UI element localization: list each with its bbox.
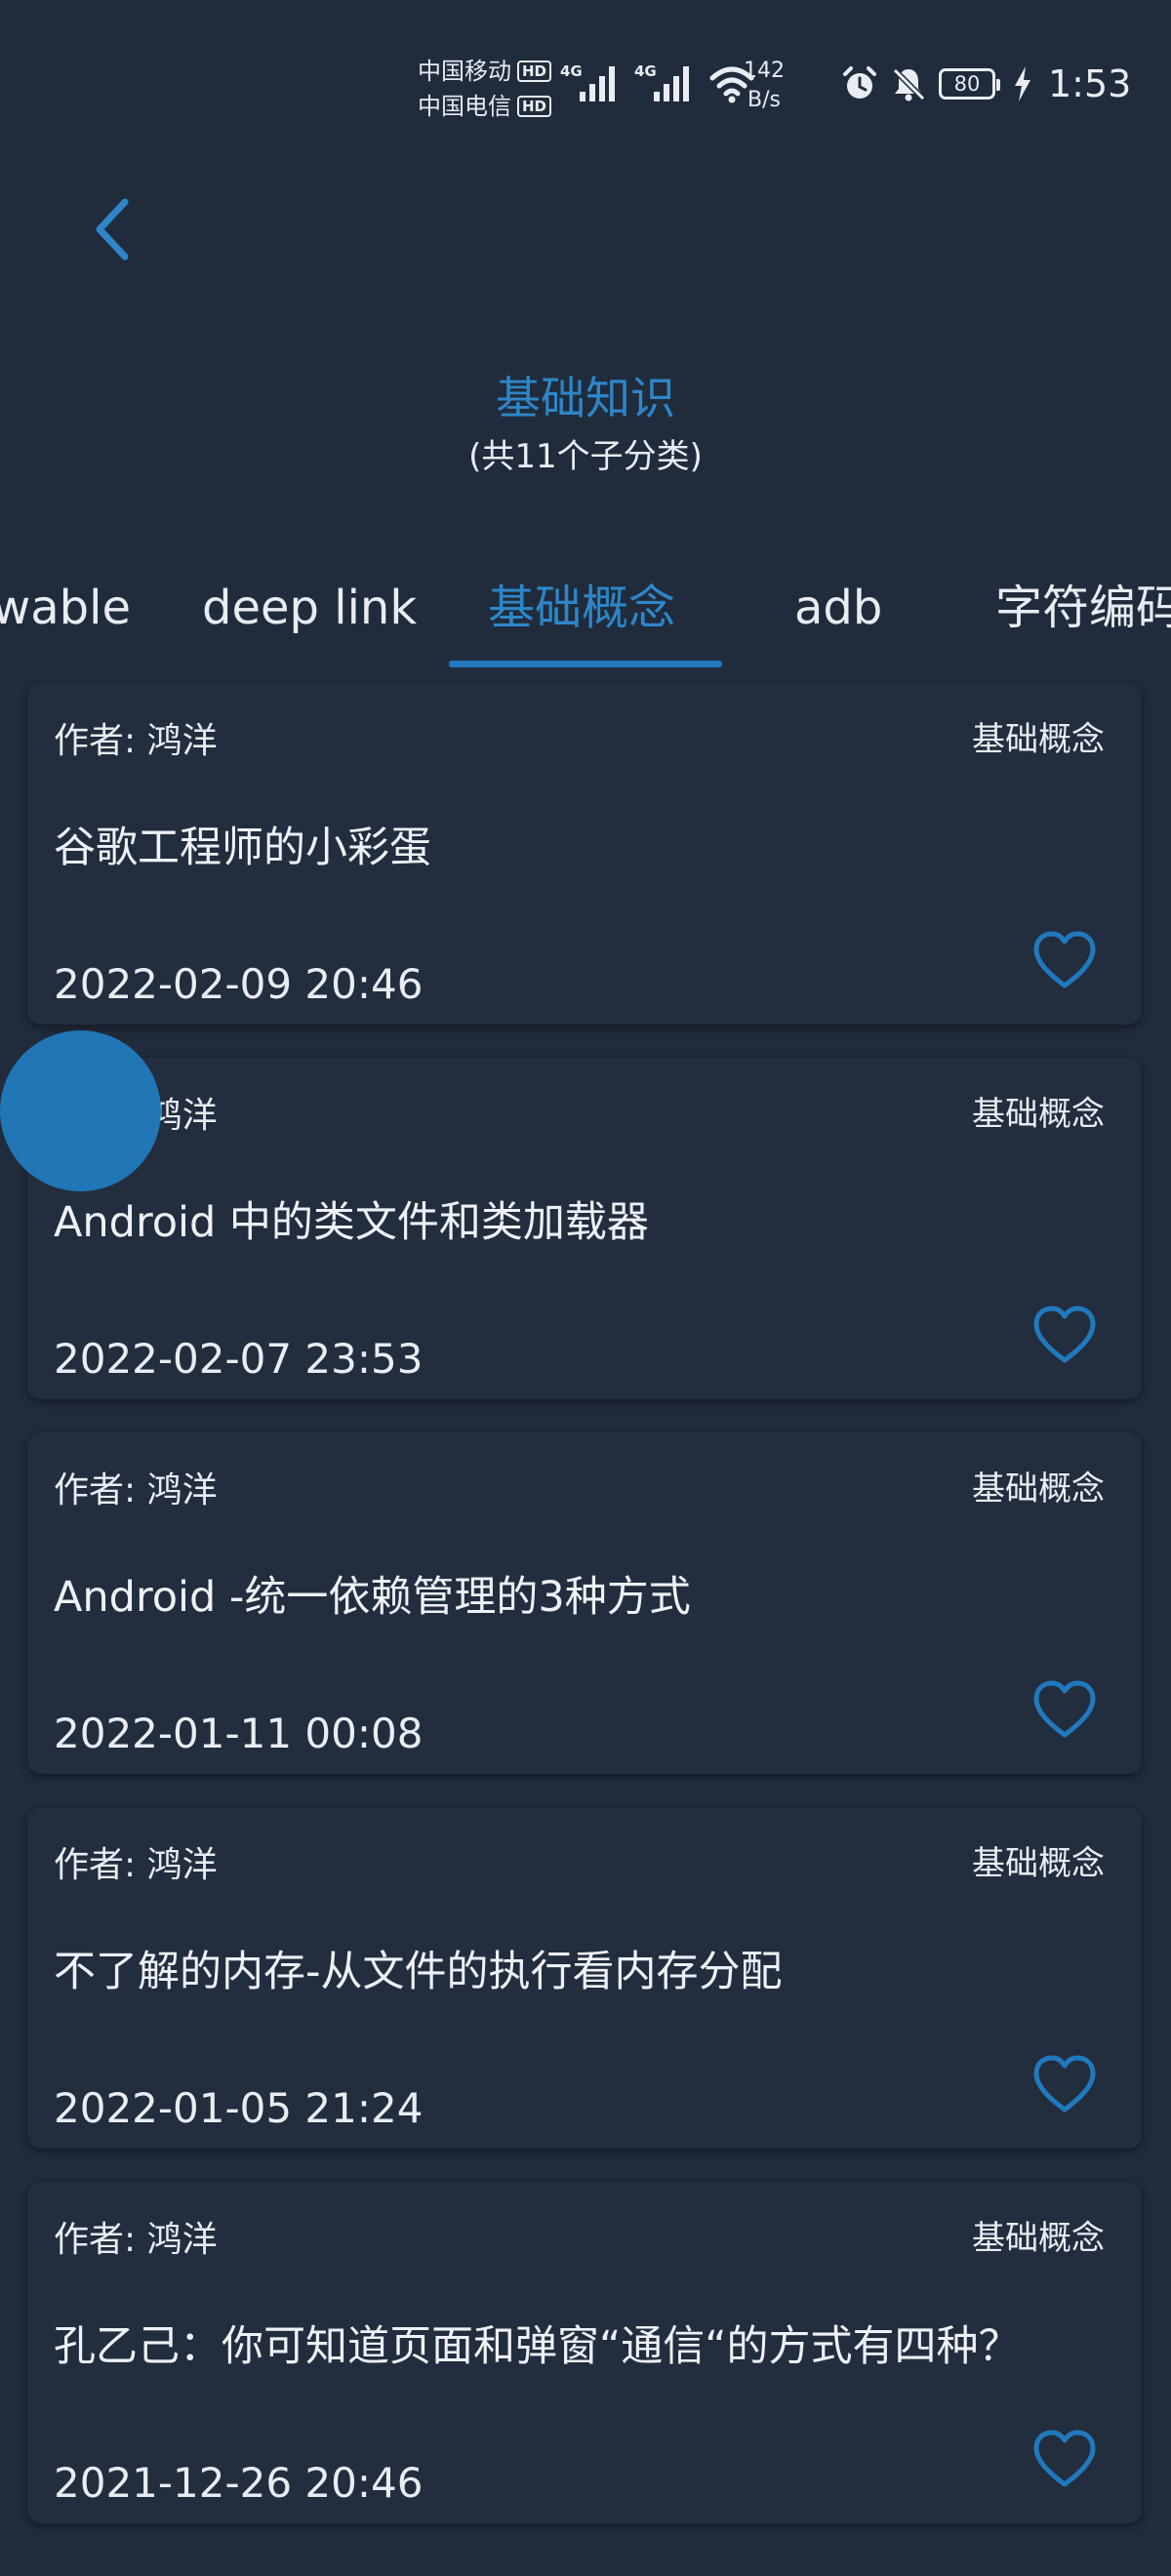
favorite-button[interactable] (1030, 1678, 1099, 1741)
article-category[interactable]: 基础概念 (972, 1836, 1105, 1884)
article-category[interactable]: 基础概念 (972, 2211, 1105, 2259)
article-title[interactable]: 不了解的内存-从文件的执行看内存分配 (54, 1938, 783, 1998)
category-tabs: wable deep link 基础概念 adb 字符编码 (0, 546, 1171, 673)
article-author: 作者: 鸿洋 (54, 2220, 218, 2260)
favorite-button[interactable] (1030, 2428, 1099, 2490)
article-date: 2022-02-09 20:46 (54, 960, 424, 1008)
article-category[interactable]: 基础概念 (972, 1087, 1105, 1135)
tab-character-encoding[interactable]: 字符编码 (995, 566, 1171, 650)
article-author: 作者: 鸿洋 (54, 721, 218, 761)
signal-indicators: 4G 4G (560, 60, 755, 103)
page-subtitle: (共11个子分类) (468, 437, 703, 476)
tab-basic-concepts[interactable]: 基础概念 (488, 566, 675, 650)
article-title[interactable]: Android -统一依赖管理的3种方式 (54, 1563, 691, 1624)
article-title[interactable]: Android 中的类文件和类加载器 (54, 1188, 649, 1249)
favorite-button[interactable] (1030, 929, 1099, 991)
article-title[interactable]: 孔乙己：你可知道页面和弹窗“通信“的方式有四种？ (54, 2313, 1021, 2373)
favorite-button[interactable] (1030, 2053, 1099, 2115)
article-card[interactable]: 作者: 鸿洋 基础概念 不了解的内存-从文件的执行看内存分配 2022-01-0… (27, 1807, 1142, 2149)
heart-icon (1033, 1306, 1096, 1363)
heart-icon (1033, 1680, 1096, 1738)
article-card[interactable]: 作者: 鸿洋 基础概念 Android -统一依赖管理的3种方式 2022-01… (27, 1432, 1142, 1774)
article-card[interactable]: 作者: 鸿洋 基础概念 Android 中的类文件和类加载器 2022-02-0… (27, 1058, 1142, 1399)
article-date: 2022-01-11 00:08 (54, 1710, 424, 1757)
alarm-icon (843, 66, 876, 99)
net-speed-unit: B/s (747, 88, 781, 112)
net-speed: 142 B/s (744, 57, 785, 115)
charging-icon (1015, 66, 1030, 101)
back-button[interactable] (86, 190, 144, 268)
tab-indicator (449, 661, 722, 667)
carrier-2-label: 中国电信 (418, 93, 511, 120)
status-right: 80 1:53 (841, 62, 1131, 105)
article-date: 2022-02-07 23:53 (54, 1335, 424, 1383)
heart-icon (1033, 2055, 1096, 2113)
article-category[interactable]: 基础概念 (972, 712, 1105, 760)
floating-button[interactable] (0, 1030, 161, 1191)
mute-bell-icon (892, 67, 926, 101)
tab-adb[interactable]: adb (794, 566, 882, 650)
svg-text:4G: 4G (560, 62, 583, 80)
carrier-1-label: 中国移动 (418, 58, 511, 85)
heart-icon (1033, 2430, 1096, 2487)
article-title[interactable]: 谷歌工程师的小彩蛋 (54, 814, 431, 874)
status-bar: 中国移动 HD 中国电信 HD 4G 4G 142 B/s 80 1:53 (0, 0, 1171, 166)
battery-icon: 80 (939, 68, 1000, 100)
article-card[interactable]: 作者: 鸿洋 基础概念 谷歌工程师的小彩蛋 2022-02-09 20:46 (27, 683, 1142, 1025)
tab-wable[interactable]: wable (0, 566, 131, 650)
svg-text:4G: 4G (634, 62, 657, 80)
chevron-left-icon (96, 198, 129, 261)
article-author: 作者: 鸿洋 (54, 1470, 218, 1510)
article-date: 2022-01-05 21:24 (54, 2084, 424, 2132)
clock: 1:53 (1048, 62, 1132, 105)
article-author: 作者: 鸿洋 (54, 1845, 218, 1885)
tab-deep-link[interactable]: deep link (202, 566, 417, 650)
hd-badge: HD (517, 60, 552, 82)
article-date: 2021-12-26 20:46 (54, 2459, 424, 2507)
favorite-button[interactable] (1030, 1304, 1099, 1366)
signal-icon: 4G (634, 62, 689, 101)
carrier-info: 中国移动 HD 中国电信 HD (418, 54, 552, 124)
article-card[interactable]: 作者: 鸿洋 基础概念 孔乙己：你可知道页面和弹窗“通信“的方式有四种？ 202… (27, 2182, 1142, 2523)
net-speed-value: 142 (744, 59, 785, 83)
article-category[interactable]: 基础概念 (972, 1462, 1105, 1509)
page-title: 基础知识 (496, 372, 675, 424)
signal-icon: 4G (560, 62, 615, 101)
hd-badge: HD (517, 96, 552, 117)
heart-icon (1033, 931, 1096, 988)
